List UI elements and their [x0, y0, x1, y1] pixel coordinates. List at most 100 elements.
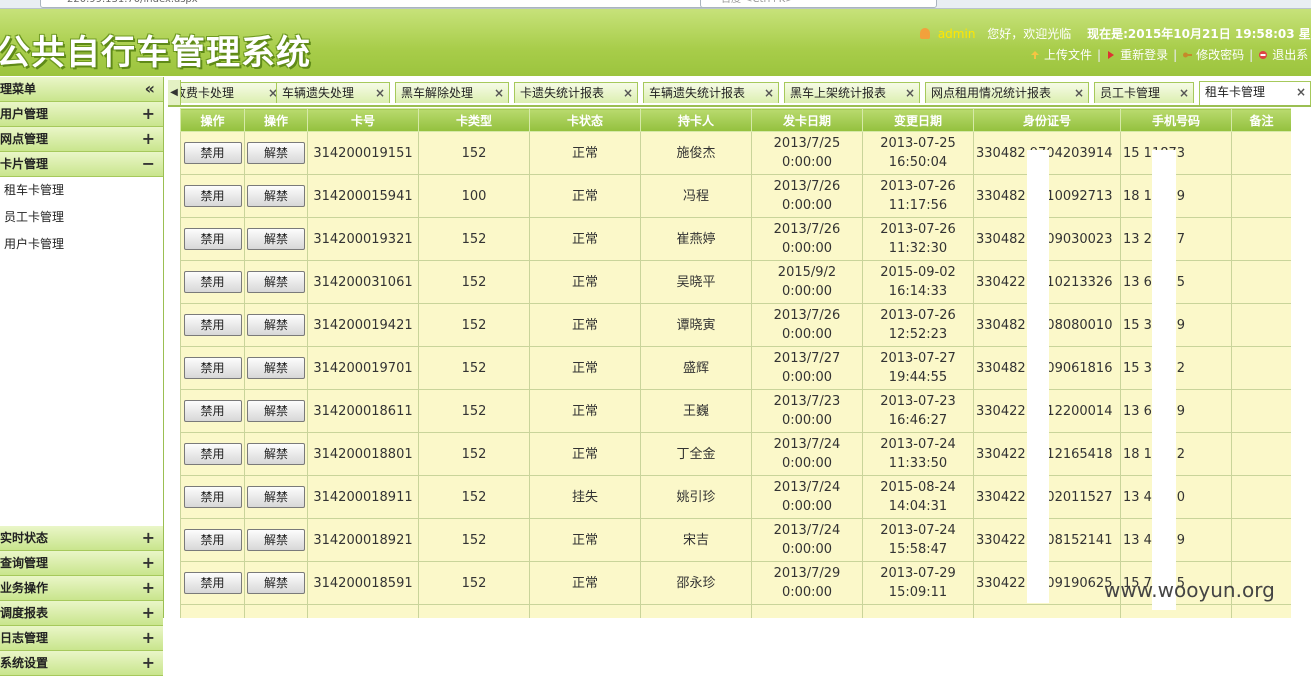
close-tab-icon[interactable]: ×	[1074, 83, 1084, 103]
expand-icon[interactable]: +	[142, 626, 155, 650]
tab-label: 车辆遗失处理	[282, 86, 355, 100]
change-time: 11:32:30	[888, 241, 948, 256]
change-date: 2013-07-24	[880, 523, 956, 538]
sidebar-group-settings[interactable]: 系统设置 +	[0, 651, 163, 676]
tab-5[interactable]: 车辆遗失统计报表 ×	[643, 82, 779, 103]
action-cell: 解禁	[244, 174, 308, 218]
tab-3[interactable]: 黑车解除处理 ×	[395, 82, 509, 103]
expand-icon[interactable]: +	[142, 127, 155, 151]
disable-button[interactable]: 禁用	[183, 443, 242, 465]
close-tab-icon[interactable]: ×	[375, 83, 385, 103]
disable-button[interactable]: 禁用	[183, 529, 242, 551]
enable-button[interactable]: 解禁	[247, 400, 305, 422]
column-header: 身份证号	[973, 108, 1121, 132]
expand-icon[interactable]: +	[142, 526, 155, 550]
enable-button[interactable]: 解禁	[247, 228, 305, 250]
close-tab-icon[interactable]: ×	[1179, 83, 1189, 103]
collapse-icon[interactable]: −	[142, 152, 155, 176]
sidebar-item-staff-card[interactable]: 员工卡管理	[0, 204, 163, 231]
tab-8[interactable]: 员工卡管理 ×	[1094, 82, 1194, 103]
disable-button[interactable]: 禁用	[183, 572, 242, 594]
disable-button[interactable]: 禁用	[183, 228, 242, 250]
issue-time: 0:00:00	[781, 585, 833, 600]
change-date-cell: 2015-08-24 14:04:31	[862, 475, 974, 519]
tab-7[interactable]: 网点租用情况统计报表 ×	[925, 82, 1089, 103]
tab-6[interactable]: 黑车上架统计报表 ×	[784, 82, 920, 103]
card-number-cell: 314200018911	[307, 475, 419, 519]
expand-icon[interactable]: +	[142, 576, 155, 600]
tab-2[interactable]: 车辆遗失处理 ×	[276, 82, 390, 103]
change-date-cell: 2013-07-27 19:44:55	[862, 346, 974, 390]
column-header: 卡状态	[529, 108, 641, 132]
enable-button[interactable]: 解禁	[247, 185, 305, 207]
change-time: 19:44:55	[888, 370, 948, 385]
sidebar-group-business[interactable]: 业务操作 +	[0, 576, 163, 601]
upload-icon	[1031, 51, 1039, 59]
change-time: 16:14:33	[888, 284, 948, 299]
change-date: 2015-08-24	[880, 480, 956, 495]
enable-button[interactable]: 解禁	[247, 443, 305, 465]
enable-button[interactable]: 解禁	[247, 271, 305, 293]
upload-file-link[interactable]: 上传文件	[1044, 48, 1092, 62]
disable-button[interactable]: 禁用	[183, 486, 242, 508]
action-cell	[180, 604, 245, 618]
change-date: 2015-09-02	[880, 265, 956, 280]
enable-button[interactable]: 解禁	[247, 529, 305, 551]
disable-button[interactable]: 禁用	[183, 271, 242, 293]
disable-button[interactable]: 禁用	[183, 185, 242, 207]
close-tab-icon[interactable]: ×	[1296, 82, 1306, 103]
sidebar-item-user-card[interactable]: 用户卡管理	[0, 231, 163, 258]
sidebar-group-card-mgmt[interactable]: 卡片管理 −	[0, 152, 163, 177]
table-header-row: 操作 操作 卡号 卡类型 卡状态 持卡人 发卡日期 变更日期 身份证号 手机号码 备注	[180, 108, 1291, 132]
relogin-link[interactable]: 重新登录	[1120, 48, 1168, 62]
expand-icon[interactable]: +	[142, 651, 155, 675]
logout-link[interactable]: 退出系	[1272, 48, 1308, 62]
sidebar-group-station-mgmt[interactable]: 网点管理 +	[0, 127, 163, 152]
change-date: 2013-07-25	[880, 136, 956, 151]
tab-4[interactable]: 卡遗失统计报表 ×	[514, 82, 638, 103]
action-cell: 解禁	[244, 346, 308, 390]
relogin-icon	[1108, 51, 1115, 59]
card-number-cell: 314200018921	[307, 518, 419, 562]
enable-button[interactable]: 解禁	[247, 142, 305, 164]
disable-button[interactable]: 禁用	[183, 400, 242, 422]
enable-button[interactable]: 解禁	[247, 486, 305, 508]
action-cell: 解禁	[244, 260, 308, 304]
browser-search-box[interactable]: 百度 <Ctrl+K>	[700, 0, 937, 8]
close-tab-icon[interactable]: ×	[905, 83, 915, 103]
sidebar-group-logs[interactable]: 日志管理 +	[0, 626, 163, 651]
address-bar[interactable]: 220.99.131.70/index.aspx	[40, 0, 718, 8]
close-tab-icon[interactable]: ×	[623, 83, 633, 103]
tab-9[interactable]: 租车卡管理 ×	[1199, 81, 1311, 105]
close-tab-icon[interactable]: ×	[764, 83, 774, 103]
card-type-cell: 100	[418, 174, 530, 218]
disable-button[interactable]: 禁用	[183, 142, 242, 164]
table-row: 禁用 解禁 314200019321 152 正常 崔燕婷 2013/7/26 0:00:00…	[180, 217, 1291, 261]
close-tab-icon[interactable]: ×	[494, 83, 504, 103]
expand-icon[interactable]: +	[142, 551, 155, 575]
change-date-cell: 2013-07-26 11:17:56	[862, 174, 974, 218]
sidebar-group-dispatch[interactable]: 调度报表 +	[0, 601, 163, 626]
card-number-cell	[307, 604, 419, 618]
enable-button[interactable]: 解禁	[247, 572, 305, 594]
group-label: 网点管理	[0, 132, 49, 146]
change-password-link[interactable]: 修改密码	[1196, 48, 1244, 62]
sidebar-item-rental-card[interactable]: 租车卡管理	[0, 177, 163, 204]
card-type-cell: 152	[418, 303, 530, 347]
disable-button[interactable]: 禁用	[183, 357, 242, 379]
disable-button[interactable]: 禁用	[183, 314, 242, 336]
enable-button[interactable]: 解禁	[247, 314, 305, 336]
change-date-cell: 2013-07-29	[862, 604, 974, 618]
enable-button[interactable]: 解禁	[247, 357, 305, 379]
tab-1[interactable]: 收费卡处理 ×	[180, 82, 283, 103]
sidebar-group-user-mgmt[interactable]: 用户管理 +	[0, 102, 163, 127]
expand-icon[interactable]: +	[142, 102, 155, 126]
expand-icon[interactable]: +	[142, 601, 155, 625]
group-label: 日志管理	[0, 631, 49, 645]
collapse-sidebar-icon[interactable]: «	[145, 77, 155, 101]
sidebar-group-query[interactable]: 查询管理 +	[0, 551, 163, 576]
issue-date-cell: 2015/9/2 0:00:00	[751, 260, 863, 304]
sidebar-group-realtime[interactable]: 实时状态 +	[0, 526, 163, 551]
issue-time: 0:00:00	[781, 155, 833, 170]
issue-date-cell: 2013/7/24 0:00:00	[751, 518, 863, 562]
